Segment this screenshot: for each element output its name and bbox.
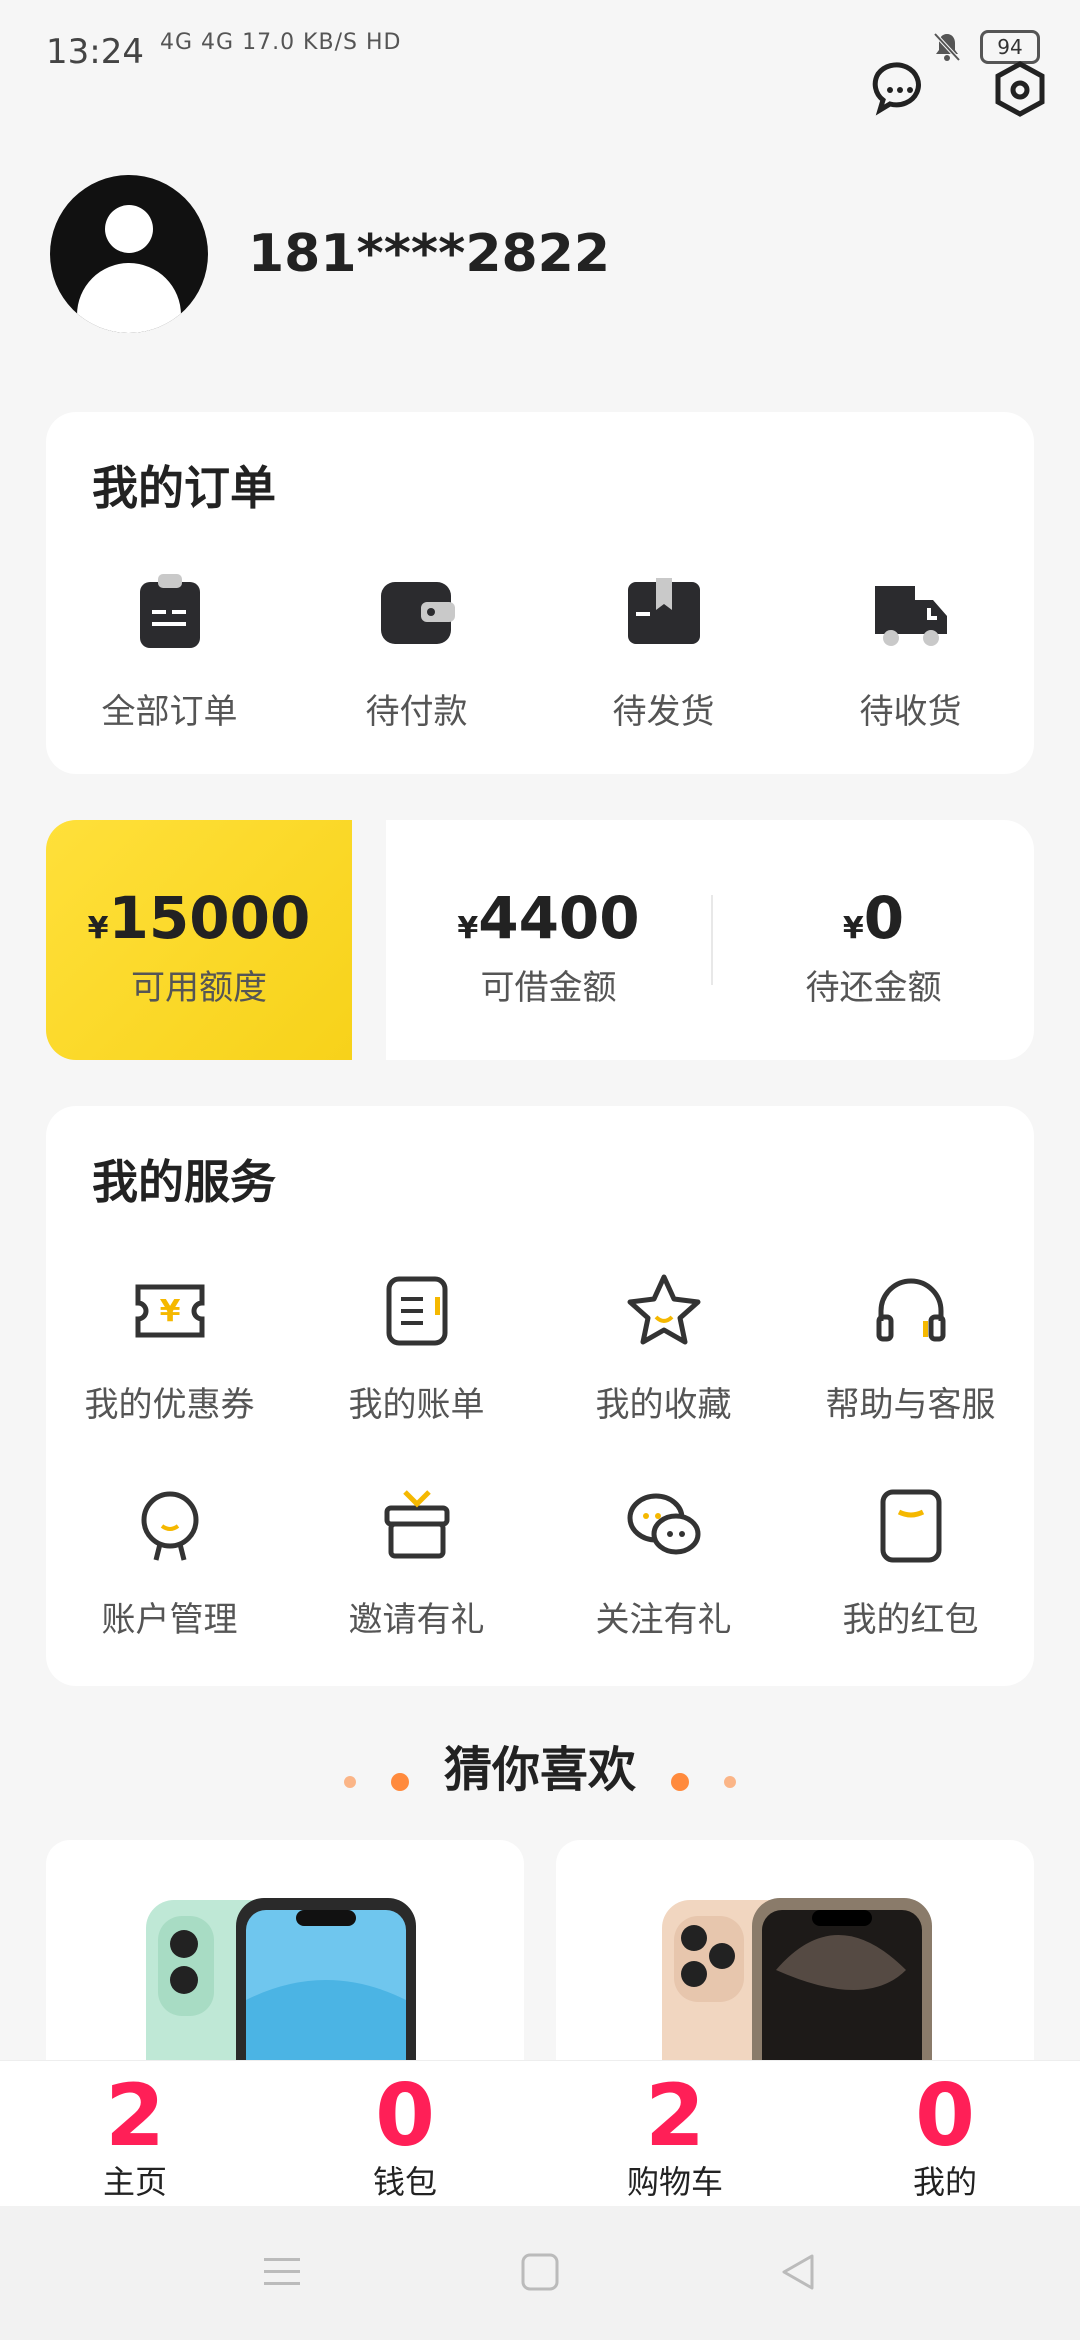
clipboard-icon: [139, 574, 200, 648]
credit-borrowable-label: 可借金额: [480, 968, 617, 1008]
recommend-title: 猜你喜欢: [443, 1742, 636, 1798]
product-card[interactable]: [46, 1840, 524, 2070]
tab-wallet[interactable]: 0 钱包: [270, 2061, 540, 2207]
order-pending-shipment[interactable]: 待发货: [540, 572, 787, 733]
tab-home-icon: 2: [105, 2066, 165, 2166]
credit-info-card: ¥4400 可借金额 ¥0 待还金额: [386, 820, 1034, 1060]
status-right: 94: [932, 30, 1040, 64]
bill-icon: [386, 1276, 447, 1346]
order-all[interactable]: 全部订单: [46, 572, 293, 733]
credit-available-label: 可用额度: [131, 968, 267, 1008]
star-icon: [627, 1274, 700, 1345]
tab-cart-icon: 2: [645, 2066, 705, 2166]
message-icon[interactable]: [870, 60, 930, 120]
wallet-icon: [380, 582, 455, 644]
headset-icon: [876, 1278, 945, 1342]
tab-mine-icon: 0: [915, 2066, 975, 2166]
product-card[interactable]: [556, 1840, 1034, 2070]
home-icon[interactable]: [518, 2250, 562, 2294]
order-pending-receipt[interactable]: 待收货: [787, 572, 1034, 733]
service-red-packet[interactable]: 我的红包: [787, 1486, 1034, 1641]
gift-icon: [384, 1490, 449, 1559]
services-title: 我的服务: [92, 1155, 276, 1209]
service-invite[interactable]: 邀请有礼: [293, 1486, 540, 1641]
decor-dot: [343, 1775, 356, 1788]
tab-wallet-icon: 0: [375, 2066, 435, 2166]
settings-icon[interactable]: [990, 60, 1050, 120]
service-coupons[interactable]: ¥ 我的优惠券: [46, 1271, 293, 1426]
svg-text:¥: ¥: [159, 1294, 180, 1329]
tab-cart[interactable]: 2 购物车: [540, 2061, 810, 2207]
credit-repay-amount: ¥0: [842, 884, 905, 952]
tab-cart-label: 购物车: [626, 2163, 723, 2201]
service-follow[interactable]: 关注有礼: [540, 1486, 787, 1641]
battery-indicator: 94: [980, 30, 1040, 64]
profile-header[interactable]: 181****2822: [50, 175, 610, 333]
decor-dot: [390, 1772, 409, 1791]
header-actions: [870, 60, 1050, 120]
service-favorites[interactable]: 我的收藏: [540, 1271, 787, 1426]
credit-repay[interactable]: ¥0 待还金额: [713, 884, 1034, 1009]
tab-home[interactable]: 2 主页: [0, 2061, 270, 2207]
credit-borrowable-amount: ¥4400: [457, 884, 640, 952]
truck-icon: [874, 586, 947, 646]
credit-available-amount: ¥15000: [87, 884, 311, 952]
recommend-header: 猜你喜欢: [0, 1730, 1080, 1800]
credit-available-card[interactable]: ¥15000 可用额度: [46, 820, 352, 1060]
avatar[interactable]: [50, 175, 208, 333]
credit-borrowable[interactable]: ¥4400 可借金额: [386, 884, 711, 1009]
back-icon[interactable]: [776, 2250, 820, 2294]
orders-title: 我的订单: [92, 461, 276, 515]
menu-icon[interactable]: [260, 2250, 304, 2294]
service-bills[interactable]: 我的账单: [293, 1271, 540, 1426]
status-time: 13:24: [46, 32, 144, 72]
product-image: [662, 1898, 932, 2070]
user-icon: [141, 1491, 198, 1561]
system-nav-bar: [0, 2206, 1080, 2340]
status-network: 4G 4G 17.0 KB/S HD: [160, 30, 402, 55]
tab-mine[interactable]: 0 我的: [810, 2061, 1080, 2207]
red-packet-icon: [880, 1489, 941, 1563]
product-image: [146, 1898, 416, 2070]
tab-wallet-label: 钱包: [372, 2163, 437, 2201]
service-help[interactable]: 帮助与客服: [787, 1271, 1034, 1426]
tab-mine-label: 我的: [912, 2163, 977, 2201]
bottom-tabbar: 2 主页 0 钱包 2 购物车 0 我的: [0, 2060, 1080, 2207]
chat-icon: [627, 1493, 700, 1555]
service-account[interactable]: 账户管理: [46, 1486, 293, 1641]
phone-number: 181****2822: [248, 224, 611, 284]
decor-dot: [724, 1775, 737, 1788]
tab-home-label: 主页: [102, 2163, 167, 2201]
orders-card: 我的订单 全部订单 待付款 待发货 待收货: [46, 412, 1034, 774]
order-pending-payment[interactable]: 待付款: [293, 572, 540, 733]
mute-bell-icon: [933, 32, 961, 62]
coupon-icon: ¥: [135, 1284, 204, 1338]
package-icon: [627, 578, 700, 644]
decor-dot: [671, 1772, 690, 1791]
credit-repay-label: 待还金额: [805, 968, 942, 1008]
services-card: 我的服务 ¥ 我的优惠券 我的账单 我的收藏 帮助与客服 账户管理 邀请有礼 关…: [46, 1106, 1034, 1686]
